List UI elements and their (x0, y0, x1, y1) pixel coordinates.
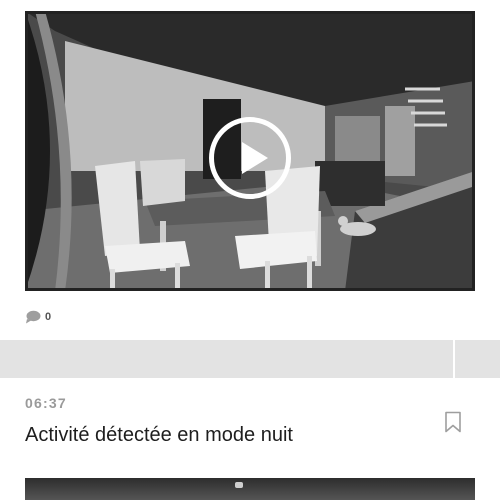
comment-count: 0 (45, 311, 52, 323)
play-icon (242, 142, 268, 174)
event-title: Activité détectée en mode nuit (25, 424, 293, 446)
bookmark-button[interactable] (443, 411, 463, 433)
bookmark-icon (445, 411, 461, 433)
comments-button[interactable]: 0 (25, 308, 51, 326)
comment-bubble-icon (26, 310, 41, 324)
separator-divider (453, 340, 455, 378)
play-button[interactable] (209, 117, 291, 199)
video-thumbnail[interactable] (25, 11, 475, 291)
event-feed: 0 06:37 Activité détectée en mode nuit (0, 0, 500, 500)
event-time: 06:37 (25, 395, 67, 411)
next-video-thumbnail[interactable] (25, 478, 475, 500)
section-separator (0, 340, 500, 378)
ceiling-lamp (235, 482, 243, 488)
